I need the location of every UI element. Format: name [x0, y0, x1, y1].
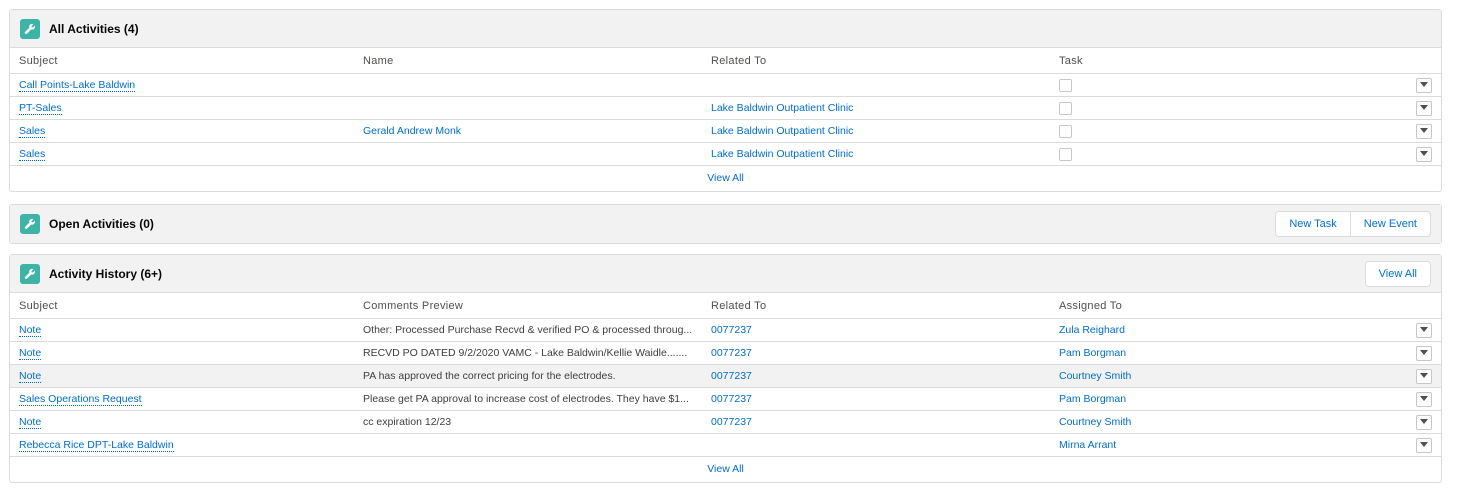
view-all-link[interactable]: View All: [10, 457, 1441, 482]
chevron-down-icon: [1420, 327, 1428, 332]
chevron-down-icon: [1420, 419, 1428, 424]
assigned-to-link[interactable]: Courtney Smith: [1059, 416, 1131, 428]
table-row: Sales Gerald Andrew Monk Lake Baldwin Ou…: [10, 119, 1441, 143]
assigned-to-link[interactable]: Zula Reighard: [1059, 324, 1125, 336]
chevron-down-icon: [1420, 128, 1428, 133]
subject-link[interactable]: Note: [19, 416, 42, 429]
row-actions-button[interactable]: [1416, 100, 1432, 116]
wrench-icon: [20, 214, 40, 234]
column-header-task[interactable]: Task: [1050, 48, 1398, 74]
table-row: Sales Lake Baldwin Outpatient Clinic: [10, 142, 1441, 166]
subject-link[interactable]: Rebecca Rice DPT-Lake Baldwin: [19, 439, 174, 452]
task-checkbox[interactable]: [1059, 78, 1072, 92]
comments-preview: [354, 433, 702, 457]
view-all-link[interactable]: View All: [10, 166, 1441, 191]
column-header-subject[interactable]: Subject: [10, 48, 354, 74]
open-activities-card: Open Activities (0) New Task New Event: [9, 204, 1442, 244]
comments-preview: Please get PA approval to increase cost …: [354, 387, 702, 411]
related-to-link[interactable]: Lake Baldwin Outpatient Clinic: [711, 102, 853, 114]
activity-history-table: Subject Comments Preview Related To Assi…: [10, 293, 1441, 457]
card-title[interactable]: All Activities (4): [49, 22, 139, 36]
subject-link[interactable]: Sales: [19, 125, 46, 138]
all-activities-card: All Activities (4) Subject Name Related …: [9, 9, 1442, 192]
comments-preview: PA has approved the correct pricing for …: [354, 364, 702, 388]
chevron-down-icon: [1420, 82, 1428, 87]
related-to-link[interactable]: Lake Baldwin Outpatient Clinic: [711, 125, 853, 137]
row-actions-button[interactable]: [1416, 391, 1432, 407]
table-row: Call Points-Lake Baldwin: [10, 73, 1441, 97]
new-event-button[interactable]: New Event: [1350, 211, 1431, 237]
table-row: Note Other: Processed Purchase Recvd & v…: [10, 318, 1441, 342]
table-row: Note RECVD PO DATED 9/2/2020 VAMC - Lake…: [10, 341, 1441, 365]
row-actions-button[interactable]: [1416, 345, 1432, 361]
subject-link[interactable]: Note: [19, 324, 42, 337]
table-row: PT-Sales Lake Baldwin Outpatient Clinic: [10, 96, 1441, 120]
subject-link[interactable]: PT-Sales: [19, 102, 62, 115]
name-link[interactable]: Gerald Andrew Monk: [363, 125, 461, 137]
table-row: Sales Operations Request Please get PA a…: [10, 387, 1441, 411]
chevron-down-icon: [1420, 350, 1428, 355]
chevron-down-icon: [1420, 373, 1428, 378]
related-to-link[interactable]: 0077237: [711, 393, 752, 405]
chevron-down-icon: [1420, 105, 1428, 110]
column-header-related-to[interactable]: Related To: [702, 293, 1050, 319]
related-to-link[interactable]: 0077237: [711, 416, 752, 428]
related-to-link[interactable]: Lake Baldwin Outpatient Clinic: [711, 148, 853, 160]
assigned-to-link[interactable]: Pam Borgman: [1059, 393, 1126, 405]
column-header-related-to[interactable]: Related To: [702, 48, 1050, 74]
comments-preview: cc expiration 12/23: [354, 410, 702, 434]
row-actions-button[interactable]: [1416, 322, 1432, 338]
related-to-link[interactable]: 0077237: [711, 370, 752, 382]
open-activities-header: Open Activities (0) New Task New Event: [10, 205, 1441, 243]
column-header-assigned-to[interactable]: Assigned To: [1050, 293, 1398, 319]
all-activities-header: All Activities (4): [10, 10, 1441, 48]
column-header-subject[interactable]: Subject: [10, 293, 354, 319]
subject-link[interactable]: Call Points-Lake Baldwin: [19, 79, 136, 92]
task-checkbox[interactable]: [1059, 124, 1072, 138]
chevron-down-icon: [1420, 151, 1428, 156]
row-actions-button[interactable]: [1416, 368, 1432, 384]
row-actions-button[interactable]: [1416, 414, 1432, 430]
task-checkbox[interactable]: [1059, 147, 1072, 161]
column-header-comments-preview[interactable]: Comments Preview: [354, 293, 702, 319]
subject-link[interactable]: Note: [19, 370, 42, 383]
activity-history-header: Activity History (6+) View All: [10, 255, 1441, 293]
chevron-down-icon: [1420, 396, 1428, 401]
table-row: Note PA has approved the correct pricing…: [10, 364, 1441, 388]
assigned-to-link[interactable]: Mirna Arrant: [1059, 439, 1116, 451]
table-row: Rebecca Rice DPT-Lake Baldwin Mirna Arra…: [10, 433, 1441, 457]
assigned-to-link[interactable]: Pam Borgman: [1059, 347, 1126, 359]
card-title[interactable]: Activity History (6+): [49, 267, 162, 281]
row-actions-button[interactable]: [1416, 123, 1432, 139]
action-button-group: New Task New Event: [1275, 211, 1431, 237]
view-all-button[interactable]: View All: [1364, 261, 1431, 287]
assigned-to-link[interactable]: Courtney Smith: [1059, 370, 1131, 382]
row-actions-button[interactable]: [1416, 146, 1432, 162]
subject-link[interactable]: Sales Operations Request: [19, 393, 142, 406]
wrench-icon: [20, 18, 40, 39]
column-header-name[interactable]: Name: [354, 48, 702, 74]
new-task-button[interactable]: New Task: [1275, 211, 1351, 237]
action-button-group: View All: [1364, 261, 1431, 287]
subject-link[interactable]: Note: [19, 347, 42, 360]
row-actions-button[interactable]: [1416, 437, 1432, 453]
wrench-icon: [20, 263, 40, 284]
comments-preview: Other: Processed Purchase Recvd & verifi…: [354, 318, 702, 342]
related-to-link[interactable]: 0077237: [711, 347, 752, 359]
chevron-down-icon: [1420, 442, 1428, 447]
all-activities-table: Subject Name Related To Task Call Points…: [10, 48, 1441, 166]
subject-link[interactable]: Sales: [19, 148, 46, 161]
card-title[interactable]: Open Activities (0): [49, 217, 154, 231]
task-checkbox[interactable]: [1059, 101, 1072, 115]
activity-history-card: Activity History (6+) View All Subject C…: [9, 254, 1442, 483]
comments-preview: RECVD PO DATED 9/2/2020 VAMC - Lake Bald…: [354, 341, 702, 365]
related-to-link[interactable]: 0077237: [711, 324, 752, 336]
table-row: Note cc expiration 12/23 0077237 Courtne…: [10, 410, 1441, 434]
row-actions-button[interactable]: [1416, 77, 1432, 93]
